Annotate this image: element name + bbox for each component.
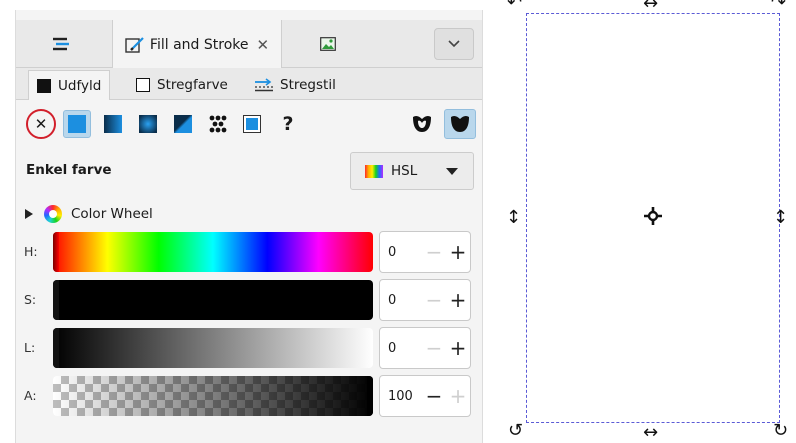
paint-flat-button[interactable] [63,110,91,138]
paint-mesh-gradient-button[interactable] [169,110,197,138]
fill-rule-evenodd-icon [413,115,431,132]
slider-row-alpha: A: 100 − + [16,374,482,418]
stroke-style-icon [255,78,273,92]
fill-rule-nonzero-button[interactable] [444,109,476,139]
hue-label: H: [24,244,38,259]
flat-color-icon [68,115,86,133]
lightness-increment-button[interactable]: + [446,338,470,358]
slider-handle[interactable] [53,328,59,368]
paint-unset-button[interactable]: ? [274,110,302,138]
lightness-slider[interactable] [53,328,373,368]
close-icon[interactable]: ✕ [256,36,269,54]
mode-label: Enkel farve [26,162,112,178]
drawing-canvas[interactable]: ↶ ↔ ↷ ↕ ↕ ↺ ↔ ↻ [483,0,796,443]
paint-swatch-button[interactable] [238,110,266,138]
tab-layers[interactable] [16,20,106,68]
screen: Fill and Stroke ✕ Udfyld Stregfarve Stre… [0,0,796,443]
tab-fill-and-stroke-label: Fill and Stroke [149,36,249,53]
radial-gradient-icon [139,115,157,133]
slider-handle[interactable] [53,280,59,320]
slider-row-saturation: S: 0 − + [16,278,482,322]
fill-rule-nonzero-icon [451,115,469,132]
alpha-decrement-button[interactable]: − [422,386,446,406]
tab-stregstil-label: Stregstil [280,77,336,93]
lightness-label: L: [24,340,36,355]
tab-image[interactable] [288,20,368,68]
rainbow-icon [365,164,383,178]
swatch-icon [243,115,261,133]
x-icon: ✕ [34,115,48,133]
hue-spinbox[interactable]: 0 − + [379,231,471,273]
fill-stroke-subtabs: Udfyld Stregfarve Stregstil [16,68,482,100]
saturation-spinbox[interactable]: 0 − + [379,279,471,321]
paint-pattern-button[interactable] [204,110,232,138]
alpha-spinbox[interactable]: 100 − + [379,375,471,417]
chevron-down-icon [448,40,460,48]
saturation-slider[interactable] [53,280,373,320]
slider-row-lightness: L: 0 − + [16,326,482,370]
pattern-icon [209,115,227,133]
paint-type-row: ✕ ? [16,106,482,142]
layers-icon [53,37,69,51]
lightness-value[interactable]: 0 [380,341,422,356]
rotate-handle-bottom-left[interactable]: ↺ [508,422,523,440]
skew-handle-top[interactable]: ↔ [643,0,658,13]
lightness-spinbox[interactable]: 0 − + [379,327,471,369]
color-wheel-label: Color Wheel [71,206,153,222]
slider-handle[interactable] [53,232,59,272]
fill-rule-evenodd-button[interactable] [408,110,436,138]
hue-slider[interactable] [53,232,373,272]
hue-increment-button[interactable]: + [446,242,470,262]
alpha-label: A: [24,388,37,403]
stroke-swatch-icon [136,78,150,92]
hue-decrement-button[interactable]: − [422,242,446,262]
fill-swatch-icon [37,78,51,93]
color-wheel-toggle[interactable]: Color Wheel [24,204,153,224]
slider-handle[interactable] [367,376,373,416]
caret-down-icon [446,168,458,175]
saturation-decrement-button[interactable]: − [422,290,446,310]
alpha-slider[interactable] [53,376,373,416]
tab-udfyld-label: Udfyld [58,77,102,94]
tab-stregstil[interactable]: Stregstil [246,70,344,100]
tab-stregfarve-label: Stregfarve [157,77,228,93]
saturation-value[interactable]: 0 [380,293,422,308]
triangle-right-icon [25,209,33,219]
rotate-handle-top-left[interactable]: ↶ [507,0,522,12]
linear-gradient-icon [104,115,122,133]
skew-handle-bottom[interactable]: ↔ [643,424,658,442]
skew-handle-right[interactable]: ↕ [773,209,788,227]
tab-stregfarve[interactable]: Stregfarve [128,70,236,100]
paint-linear-gradient-button[interactable] [99,110,127,138]
saturation-label: S: [24,292,37,307]
tab-fill-and-stroke[interactable]: Fill and Stroke ✕ [112,20,282,69]
mesh-gradient-icon [174,115,192,133]
paint-radial-gradient-button[interactable] [134,110,162,138]
color-mode-value: HSL [391,163,418,179]
alpha-value[interactable]: 100 [380,389,422,404]
dock-tab-bar: Fill and Stroke ✕ [16,20,482,69]
saturation-increment-button[interactable]: + [446,290,470,310]
rotate-handle-top-right[interactable]: ↷ [771,0,786,12]
unset-label: ? [282,113,294,135]
color-wheel-icon [44,205,62,223]
fill-and-stroke-panel: Fill and Stroke ✕ Udfyld Stregfarve Stre… [15,10,483,443]
skew-handle-left[interactable]: ↕ [506,209,521,227]
hue-value[interactable]: 0 [380,245,422,260]
rotate-handle-bottom-right[interactable]: ↻ [773,422,788,440]
alpha-increment-button[interactable]: + [446,386,470,406]
lightness-decrement-button[interactable]: − [422,338,446,358]
tab-udfyld[interactable]: Udfyld [28,70,111,100]
fill-stroke-icon [125,36,144,53]
paint-none-button[interactable]: ✕ [26,109,56,139]
dock-dropdown-button[interactable] [434,28,474,60]
rotation-center-icon[interactable] [643,206,663,226]
color-mode-select[interactable]: HSL [350,152,474,190]
image-icon [320,37,336,51]
slider-row-hue: H: 0 − + [16,230,482,274]
